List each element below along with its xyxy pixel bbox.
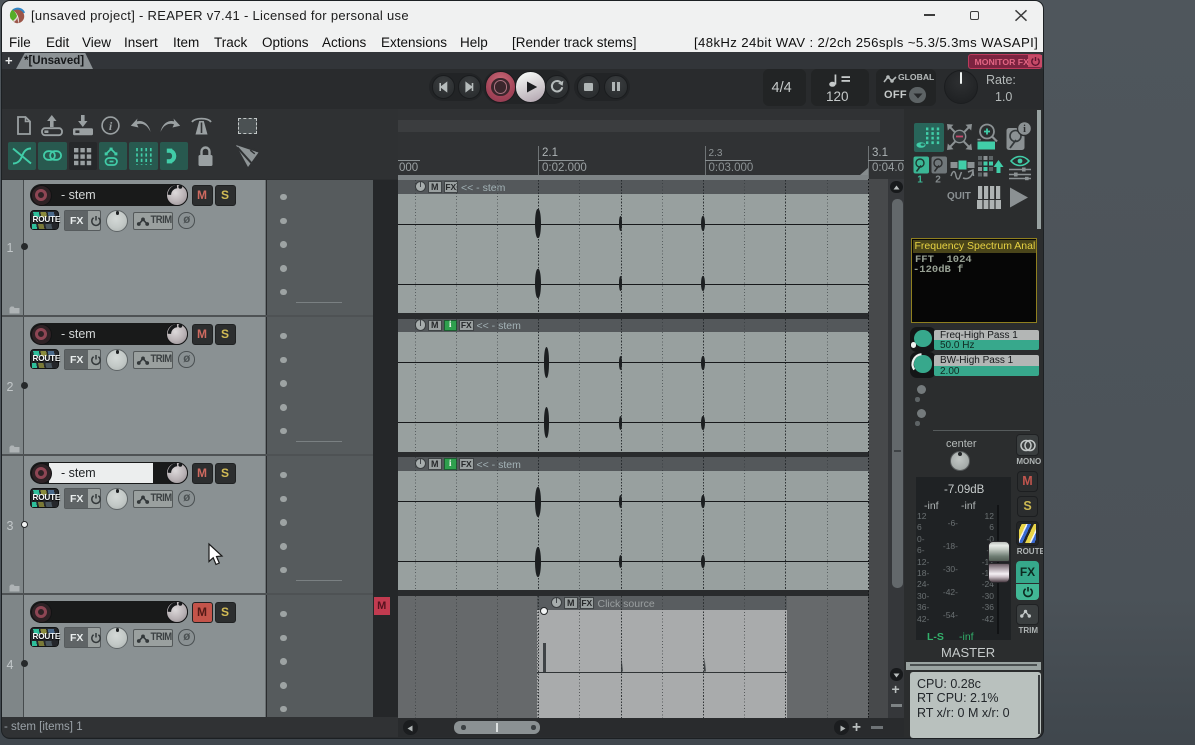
- svg-text:i: i: [109, 119, 113, 133]
- svg-text:i: i: [1023, 124, 1026, 135]
- svg-text:1: 1: [917, 175, 923, 186]
- svg-text:2: 2: [935, 175, 941, 186]
